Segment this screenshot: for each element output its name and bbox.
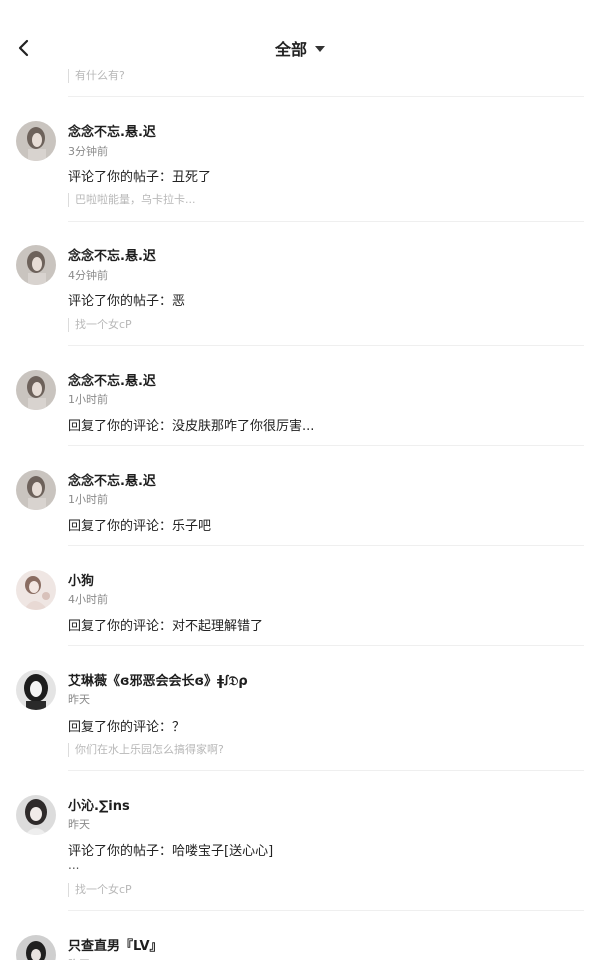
user-name[interactable]: 艾琳薇《ɞ邪恶会会长ɞ》ǂꭍ𝔇ρ [68, 670, 248, 689]
user-name[interactable]: 只查直男『LV』 [68, 935, 163, 954]
timestamp: 1小时前 [68, 393, 108, 406]
timestamp: 昨天 [68, 818, 90, 831]
top-bar: 全部 有什么有? [0, 0, 600, 97]
avatar[interactable] [16, 935, 56, 960]
user-name[interactable]: 念念不忘.悬.迟 [68, 245, 156, 264]
divider [68, 910, 584, 911]
avatar[interactable] [16, 245, 56, 285]
user-name[interactable]: 小沁.∑ins [68, 795, 130, 814]
notification-content: 评论了你的帖子：丑死了 [68, 170, 212, 185]
timestamp: 1小时前 [68, 493, 108, 506]
user-name[interactable]: 念念不忘.悬.迟 [68, 370, 156, 389]
divider [68, 221, 584, 222]
user-name[interactable]: 念念不忘.悬.迟 [68, 470, 156, 489]
notification-content: 回复了你的评论：没皮肤那咋了你很厉害... [68, 419, 315, 434]
user-name[interactable]: 小狗 [68, 570, 94, 589]
content-ellipsis: ... [68, 858, 80, 872]
divider [68, 345, 584, 346]
avatar[interactable] [16, 570, 56, 610]
user-name[interactable]: 念念不忘.悬.迟 [68, 121, 156, 140]
avatar[interactable] [16, 121, 56, 161]
timestamp: 3分钟前 [68, 145, 108, 158]
avatar[interactable] [16, 670, 56, 710]
page-title: 全部 [274, 40, 307, 59]
avatar[interactable] [16, 795, 56, 835]
quoted-post[interactable]: 巴啦啦能量，乌卡拉卡... [68, 193, 196, 207]
quoted-post[interactable]: 有什么有? [68, 69, 125, 83]
notification-content: 回复了你的评论：对不起理解错了 [68, 619, 264, 634]
notification-content: 评论了你的帖子：恶 [68, 294, 186, 309]
notification-content: 回复了你的评论：？ [68, 720, 186, 735]
divider [68, 445, 584, 446]
notification-content: 回复了你的评论：乐子吧 [68, 519, 212, 534]
divider [68, 645, 584, 646]
avatar[interactable] [16, 470, 56, 510]
filter-dropdown[interactable]: 全部 [0, 36, 600, 60]
timestamp: 昨天 [68, 693, 90, 706]
divider [68, 545, 584, 546]
notification-content: 评论了你的帖子：哈喽宝子[送心心] [68, 844, 274, 859]
timestamp: 4小时前 [68, 593, 108, 606]
timestamp: 昨天 [68, 956, 90, 960]
timestamp: 4分钟前 [68, 269, 108, 282]
quoted-post[interactable]: 找一个女cP [68, 318, 132, 332]
divider [68, 770, 584, 771]
divider [68, 96, 584, 97]
avatar[interactable] [16, 370, 56, 410]
caret-down-icon [315, 46, 325, 52]
quoted-post[interactable]: 找一个女cP [68, 883, 132, 897]
quoted-post[interactable]: 你们在水上乐园怎么搞得家啊? [68, 743, 224, 757]
